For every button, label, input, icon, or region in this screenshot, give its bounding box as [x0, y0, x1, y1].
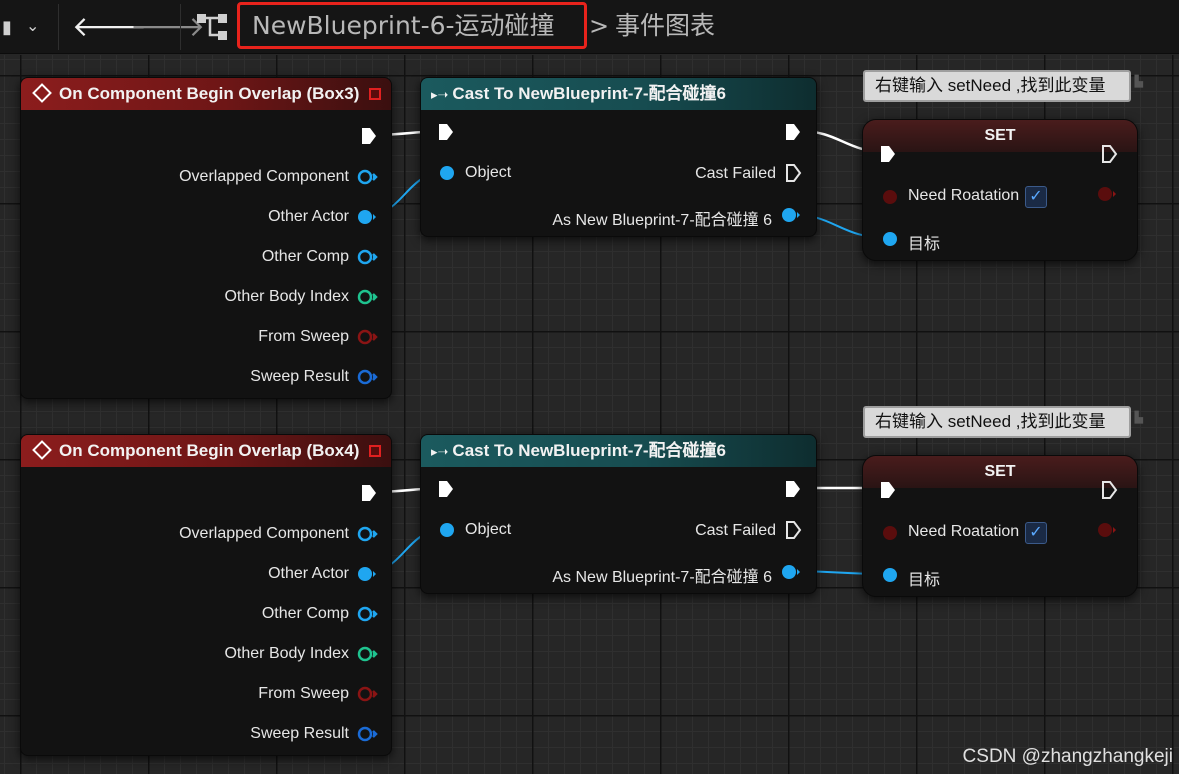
comment-bubble[interactable]: 右键输入 setNeed ,找到此变量 ▙: [863, 406, 1143, 438]
cast-node[interactable]: ▸➝ Cast To NewBlueprint-7-配合碰撞6 Object Ca…: [420, 434, 817, 594]
watermark: CSDN @zhangzhangkeji: [962, 746, 1173, 767]
set-variable-node[interactable]: SET Need Roatation ✓ 目标: [862, 455, 1138, 597]
comment-toggle-icon[interactable]: ▙: [1135, 404, 1143, 432]
int-pin: [357, 289, 378, 305]
object-pin: [782, 565, 800, 579]
object-pin: [357, 169, 378, 185]
object-pin: [358, 567, 376, 581]
comment-toggle-icon[interactable]: ▙: [1135, 68, 1143, 96]
bool-out-pin: [1098, 187, 1116, 201]
object-pin: [358, 210, 376, 224]
int-pin: [357, 646, 378, 662]
object-pin: [357, 249, 378, 265]
object-pin: [357, 526, 378, 542]
object-pin: [782, 208, 800, 222]
comment-bubble[interactable]: 右键输入 setNeed ,找到此变量 ▙: [863, 70, 1143, 102]
struct-pin: [357, 369, 378, 385]
event-node-box4[interactable]: On Component Begin Overlap (Box4) Overla…: [20, 434, 392, 756]
cast-node[interactable]: ▸➝ Cast To NewBlueprint-7-配合碰撞6 Object Ca…: [420, 77, 817, 237]
bool-out-pin: [1098, 523, 1116, 537]
bool-pin: [357, 329, 378, 345]
bool-pin: [883, 526, 897, 540]
object-pin: [883, 568, 897, 582]
bool-pin: [357, 686, 378, 702]
exec-out-pin-hollow: [786, 164, 802, 182]
struct-pin: [357, 726, 378, 742]
object-pin: [883, 232, 897, 246]
set-variable-node[interactable]: SET Need Roatation ✓ 目标: [862, 119, 1138, 261]
event-node-box3[interactable]: On Component Begin Overlap (Box3) Overla…: [20, 77, 392, 399]
exec-out-pin-hollow: [786, 521, 802, 539]
exec-out-pin-hollow: [1102, 145, 1118, 163]
exec-out-pin-hollow: [1102, 481, 1118, 499]
comment-text: 右键输入 setNeed ,找到此变量: [875, 412, 1106, 431]
object-pin: [357, 606, 378, 622]
object-pin: [440, 166, 454, 180]
comment-text: 右键输入 setNeed ,找到此变量: [875, 76, 1106, 95]
object-pin: [440, 523, 454, 537]
bool-pin: [883, 190, 897, 204]
